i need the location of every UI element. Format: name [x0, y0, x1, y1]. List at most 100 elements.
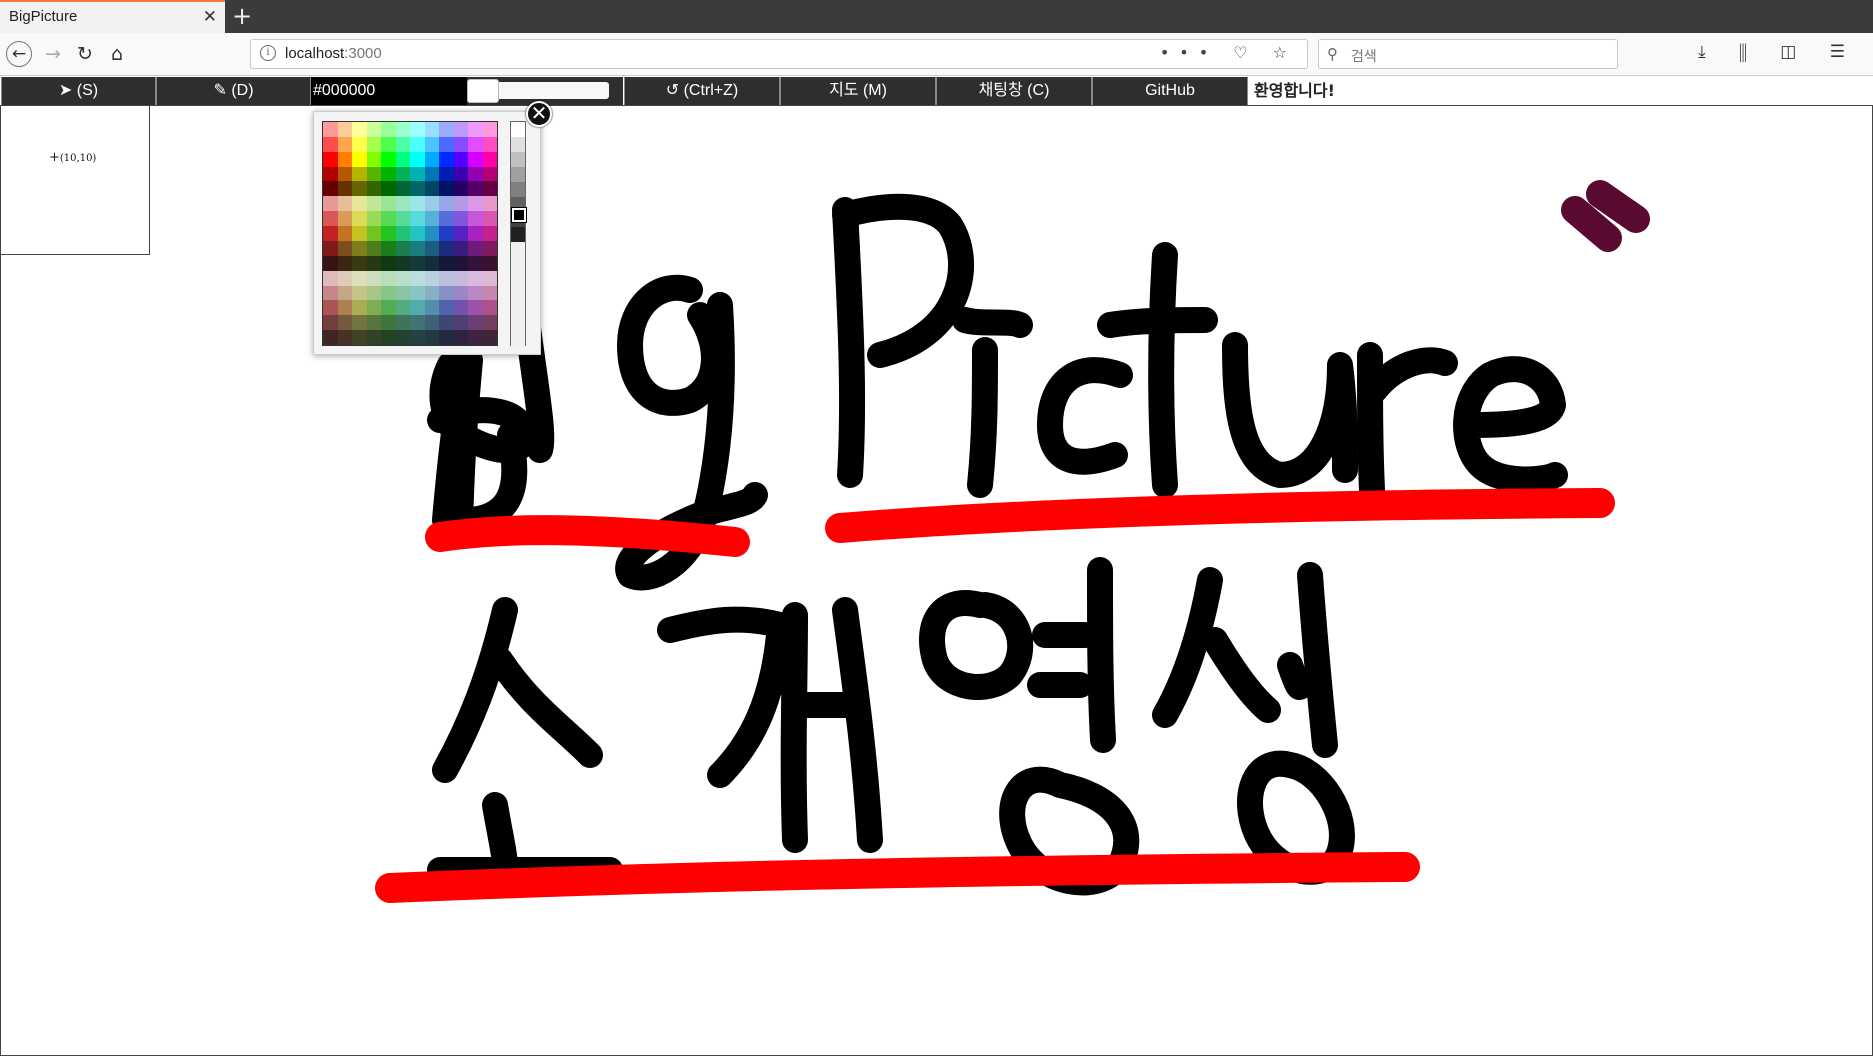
color-swatch[interactable] — [352, 255, 367, 271]
color-swatch[interactable] — [410, 330, 425, 345]
color-swatch[interactable] — [395, 285, 410, 301]
color-swatch[interactable] — [453, 285, 468, 301]
color-swatch[interactable] — [337, 151, 352, 167]
color-swatch[interactable] — [337, 181, 352, 197]
color-swatch[interactable] — [381, 196, 396, 212]
color-swatch[interactable] — [439, 226, 454, 241]
color-swatch[interactable] — [366, 122, 381, 137]
color-swatch[interactable] — [381, 166, 396, 182]
color-swatch[interactable] — [323, 255, 338, 271]
gray-swatch[interactable] — [511, 122, 525, 137]
gray-swatch[interactable] — [511, 302, 525, 317]
color-swatch[interactable] — [468, 136, 483, 152]
color-swatch[interactable] — [468, 226, 483, 241]
color-swatch[interactable] — [439, 285, 454, 301]
color-swatch[interactable] — [395, 136, 410, 152]
color-swatch[interactable] — [352, 270, 367, 286]
color-swatch[interactable] — [395, 255, 410, 271]
color-swatch[interactable] — [381, 136, 396, 152]
color-swatch[interactable] — [366, 151, 381, 167]
color-swatch[interactable] — [468, 330, 483, 345]
close-picker-button[interactable]: ✕ — [526, 101, 552, 127]
color-swatch[interactable] — [468, 270, 483, 286]
color-swatch[interactable] — [366, 226, 381, 241]
color-swatch[interactable] — [337, 240, 352, 256]
color-swatch[interactable] — [453, 240, 468, 256]
color-swatch[interactable] — [482, 166, 497, 182]
color-swatch[interactable] — [352, 240, 367, 256]
gray-swatch[interactable] — [511, 287, 525, 302]
color-swatch[interactable] — [439, 211, 454, 227]
color-swatch[interactable] — [395, 330, 410, 345]
forward-button[interactable]: → — [40, 41, 66, 67]
color-swatch[interactable] — [410, 240, 425, 256]
color-swatch[interactable] — [395, 151, 410, 167]
gray-swatch[interactable] — [511, 242, 525, 257]
browser-tab[interactable]: BigPicture ✕ — [0, 0, 225, 33]
color-swatch[interactable] — [395, 211, 410, 227]
color-swatch[interactable] — [352, 300, 367, 316]
color-swatch[interactable] — [366, 255, 381, 271]
color-swatch[interactable] — [381, 300, 396, 316]
color-swatch-grid[interactable] — [322, 121, 498, 346]
gray-swatch[interactable] — [511, 152, 525, 167]
color-swatch[interactable] — [482, 330, 497, 345]
color-swatch[interactable] — [424, 330, 439, 345]
color-swatch[interactable] — [366, 285, 381, 301]
color-swatch[interactable] — [453, 181, 468, 197]
color-swatch[interactable] — [468, 196, 483, 212]
color-swatch[interactable] — [337, 330, 352, 345]
color-swatch[interactable] — [323, 151, 338, 167]
site-info-icon[interactable]: i — [260, 45, 276, 61]
color-swatch[interactable] — [410, 270, 425, 286]
color-swatch[interactable] — [424, 122, 439, 137]
color-swatch[interactable] — [468, 166, 483, 182]
gray-swatch[interactable] — [511, 167, 525, 182]
grayscale-column[interactable] — [510, 121, 527, 347]
color-swatch[interactable] — [482, 196, 497, 212]
color-swatch[interactable] — [323, 226, 338, 241]
color-swatch[interactable] — [468, 255, 483, 271]
color-swatch[interactable] — [352, 166, 367, 182]
color-swatch[interactable] — [468, 181, 483, 197]
color-swatch[interactable] — [453, 151, 468, 167]
color-swatch[interactable] — [323, 270, 338, 286]
color-swatch[interactable] — [453, 122, 468, 137]
color-swatch[interactable] — [424, 300, 439, 316]
color-swatch[interactable] — [424, 255, 439, 271]
map-button[interactable]: 지도 (M) — [780, 77, 936, 105]
color-swatch[interactable] — [366, 270, 381, 286]
color-swatch[interactable] — [482, 226, 497, 241]
color-swatch[interactable] — [424, 285, 439, 301]
color-swatch[interactable] — [323, 196, 338, 212]
color-swatch[interactable] — [337, 196, 352, 212]
color-swatch[interactable] — [352, 330, 367, 345]
color-swatch[interactable] — [453, 136, 468, 152]
color-swatch[interactable] — [381, 211, 396, 227]
color-swatch[interactable] — [482, 136, 497, 152]
color-swatch[interactable] — [337, 211, 352, 227]
gray-swatch[interactable] — [511, 257, 525, 272]
color-swatch[interactable] — [352, 226, 367, 241]
color-swatch[interactable] — [366, 240, 381, 256]
slider-thumb[interactable] — [467, 79, 499, 103]
color-swatch[interactable] — [424, 181, 439, 197]
select-tool-button[interactable]: ➤ (S) — [1, 77, 156, 105]
color-swatch[interactable] — [439, 255, 454, 271]
color-swatch[interactable] — [439, 330, 454, 345]
color-swatch[interactable] — [468, 122, 483, 137]
gray-swatch[interactable] — [511, 317, 525, 332]
color-swatch[interactable] — [337, 122, 352, 137]
color-swatch[interactable] — [323, 181, 338, 197]
color-swatch[interactable] — [352, 315, 367, 331]
page-actions-icons[interactable]: ••• ♡ ☆ — [1160, 43, 1297, 62]
color-swatch[interactable] — [337, 255, 352, 271]
color-swatch[interactable] — [337, 300, 352, 316]
color-swatch[interactable] — [366, 181, 381, 197]
color-swatch[interactable] — [381, 255, 396, 271]
color-swatch[interactable] — [410, 151, 425, 167]
color-swatch[interactable] — [352, 181, 367, 197]
color-swatch[interactable] — [482, 255, 497, 271]
color-swatch[interactable] — [453, 300, 468, 316]
color-swatch[interactable] — [366, 211, 381, 227]
